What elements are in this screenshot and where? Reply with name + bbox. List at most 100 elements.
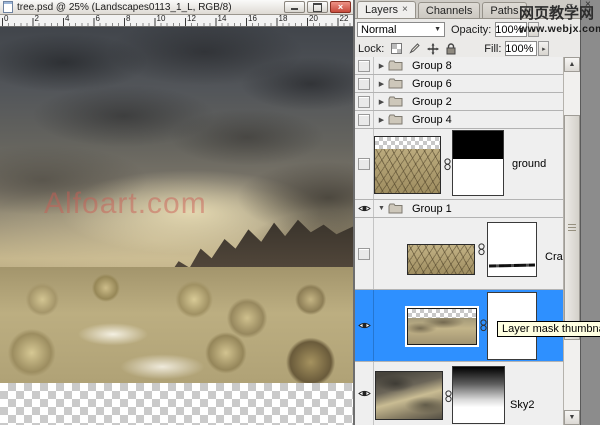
layer-row-sky2[interactable]: Sky2	[355, 362, 563, 425]
ruler-label: 14	[218, 15, 227, 23]
app-close-icon[interactable]: ×	[585, 0, 591, 10]
layer-mask-thumbnail[interactable]	[452, 130, 504, 196]
link-icon[interactable]	[478, 243, 485, 256]
lock-pixels-brush-icon[interactable]	[408, 42, 421, 55]
layer-mask-thumbnail[interactable]	[487, 222, 537, 277]
ruler-label: 20	[309, 15, 318, 23]
document-window: tree.psd @ 25% (Landscapes0113_1_L, RGB/…	[0, 0, 353, 425]
tab-channels[interactable]: Channels	[418, 2, 480, 18]
layer-name: Sky2	[510, 399, 534, 411]
lock-transparency-icon[interactable]	[390, 42, 403, 55]
folder-icon	[388, 114, 403, 125]
row-content: Cra...	[374, 218, 563, 289]
expand-triangle-icon[interactable]: ▶	[377, 116, 386, 124]
document-icon	[3, 1, 13, 13]
lock-position-move-icon[interactable]	[426, 42, 439, 55]
folder-icon	[388, 203, 403, 214]
close-button[interactable]: ×	[330, 1, 351, 13]
visibility-cell[interactable]	[355, 93, 374, 110]
tab-layers[interactable]: Layers ×	[357, 1, 416, 18]
tab-close-icon[interactable]: ×	[402, 5, 408, 15]
visibility-cell[interactable]	[355, 200, 374, 217]
visibility-toggle-empty[interactable]	[358, 158, 370, 170]
visibility-cell[interactable]	[355, 75, 374, 92]
visibility-cell[interactable]	[355, 111, 374, 128]
folder-icon	[388, 96, 403, 107]
document-title: tree.psd @ 25% (Landscapes0113_1_L, RGB/…	[17, 2, 284, 13]
tooltip: Layer mask thumbnail	[497, 321, 600, 337]
lock-all-padlock-icon[interactable]	[444, 42, 457, 55]
visibility-toggle-empty[interactable]	[358, 60, 370, 72]
layer-row-cracks[interactable]: Cra...	[355, 218, 563, 290]
maximize-icon	[313, 3, 322, 12]
document-titlebar[interactable]: tree.psd @ 25% (Landscapes0113_1_L, RGB/…	[0, 0, 353, 15]
canvas[interactable]: Alfoart.com	[0, 27, 353, 425]
eye-icon[interactable]	[358, 204, 371, 213]
link-icon[interactable]	[444, 158, 451, 171]
tab-layers-label: Layers	[365, 4, 398, 16]
layer-rows: ▶ Group 8 ▶ Group 6	[355, 57, 563, 425]
tab-paths-label: Paths	[490, 5, 518, 17]
layer-row-group8[interactable]: ▶ Group 8	[355, 57, 563, 75]
folder-icon	[388, 60, 403, 71]
link-icon[interactable]	[480, 319, 487, 332]
layers-list: ▶ Group 8 ▶ Group 6	[355, 57, 580, 425]
layer-thumbnail[interactable]	[407, 244, 475, 275]
visibility-toggle-empty[interactable]	[358, 78, 370, 90]
link-icon[interactable]	[445, 390, 452, 403]
visibility-toggle-empty[interactable]	[358, 96, 370, 108]
visibility-cell[interactable]	[355, 362, 374, 425]
visibility-cell[interactable]	[355, 57, 374, 74]
visibility-cell[interactable]	[355, 218, 374, 289]
expand-triangle-icon[interactable]: ▶	[377, 80, 386, 88]
row-content: ▶ Group 6	[374, 75, 563, 92]
thumbnail-transparency-strip	[375, 137, 440, 149]
layer-row-group6[interactable]: ▶ Group 6	[355, 75, 563, 93]
ruler-label: 4	[65, 15, 69, 23]
expand-triangle-icon[interactable]: ▶	[377, 62, 386, 70]
horizontal-ruler[interactable]: 0246810121416182022	[0, 15, 353, 27]
eye-icon[interactable]	[358, 321, 371, 330]
row-content: Sky2	[374, 362, 563, 425]
layer-mask-thumbnail[interactable]	[452, 366, 505, 424]
scroll-up-button[interactable]: ▲	[564, 57, 580, 72]
cracks-texture-art	[408, 245, 474, 274]
expand-triangle-icon[interactable]: ▶	[377, 98, 386, 106]
visibility-cell[interactable]	[355, 129, 374, 199]
chevron-down-icon: ▼	[434, 26, 441, 33]
layer-name: Group 2	[412, 96, 452, 108]
blend-mode-select[interactable]: Normal ▼	[357, 22, 445, 37]
lock-label: Lock:	[358, 43, 384, 55]
ruler-label: 12	[187, 15, 196, 23]
visibility-toggle-empty[interactable]	[358, 248, 370, 260]
ruler-label: 18	[279, 15, 288, 23]
lock-icons	[390, 42, 457, 55]
minimize-icon	[291, 8, 298, 10]
layers-panel: Layers × Channels Paths Normal ▼ Opacity…	[353, 0, 581, 425]
visibility-cell[interactable]	[355, 290, 374, 361]
photoshop-workspace: tree.psd @ 25% (Landscapes0113_1_L, RGB/…	[0, 0, 600, 425]
transparency-checkerboard	[0, 383, 353, 425]
collapse-triangle-icon[interactable]: ▼	[377, 205, 386, 212]
maximize-button[interactable]	[307, 1, 328, 13]
minimize-button[interactable]	[284, 1, 305, 13]
layer-thumbnail-selected[interactable]	[407, 308, 477, 345]
ruler-label: 2	[35, 15, 39, 23]
fill-spinner[interactable]: ▸	[538, 41, 549, 56]
visibility-toggle-empty[interactable]	[358, 114, 370, 126]
layer-thumbnail[interactable]	[375, 371, 443, 420]
eye-icon[interactable]	[358, 389, 371, 398]
row-content: ground	[374, 129, 563, 199]
fill-input[interactable]: 100%	[505, 41, 537, 56]
layer-thumbnail[interactable]	[374, 136, 441, 194]
layer-row-group4[interactable]: ▶ Group 4	[355, 111, 563, 129]
app-minimize-icon[interactable]: –	[567, 0, 573, 10]
scroll-down-button[interactable]: ▼	[564, 410, 580, 425]
boulder-field-art	[0, 267, 353, 383]
layer-row-group1[interactable]: ▼ Group 1	[355, 200, 563, 218]
panel-scrollbar[interactable]: ▲ ▼	[563, 57, 580, 425]
layer-row-ground[interactable]: ground	[355, 129, 563, 200]
layer-row-group2[interactable]: ▶ Group 2	[355, 93, 563, 111]
thumbnail-transparency-strip	[408, 309, 476, 318]
scrollbar-thumb[interactable]	[564, 115, 580, 340]
